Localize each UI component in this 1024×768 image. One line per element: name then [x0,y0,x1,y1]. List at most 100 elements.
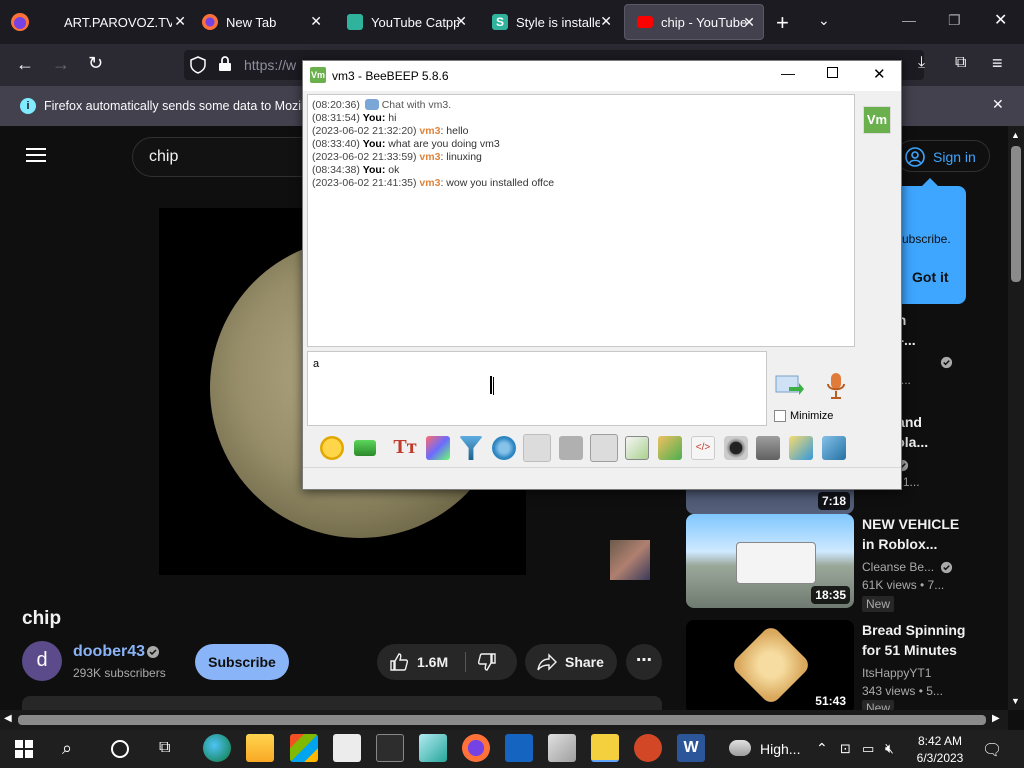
thumbs-up-icon[interactable] [389,652,409,677]
scroll-right-icon[interactable]: ▶ [992,713,1000,724]
store-icon[interactable] [290,734,318,762]
powershell-icon[interactable] [505,734,533,762]
forward-arrow-icon[interactable]: → [52,54,70,75]
chevron-up-icon[interactable]: ⌃ [816,740,828,757]
rec-title[interactable]: Bread Spinning for 51 Minutes [862,620,982,660]
font-icon[interactable]: Tт [393,436,417,460]
spellcheck-icon[interactable] [523,434,551,462]
network-icon[interactable]: ⊡ [840,741,851,757]
microphone-icon[interactable] [825,371,847,406]
save-chat-icon[interactable] [625,436,649,460]
browser-tab[interactable]: S Style is installed ✕ [480,4,620,40]
clear-chat-icon[interactable] [756,436,780,460]
description-box[interactable] [22,696,662,710]
html-icon[interactable]: </> [691,436,715,460]
volume-muted-icon[interactable]: 🔇︎ [885,740,894,757]
hamburger-menu-icon[interactable]: ≡ [992,53,1003,74]
close-icon[interactable]: ✕ [174,13,186,30]
maximize-icon[interactable] [827,67,838,78]
settings-gear-icon[interactable] [492,436,516,460]
reload-icon[interactable]: ↻ [88,53,103,74]
task-view-icon[interactable]: ⧉ [159,739,170,757]
emoticon-icon[interactable] [320,436,344,460]
close-icon[interactable]: ✕ [992,96,1004,113]
terminal-icon[interactable] [376,734,404,762]
rec-channel[interactable]: Cleanse Be... [862,560,992,574]
cortana-icon[interactable] [111,740,129,758]
browser-tab[interactable]: New Tab ✕ [190,4,330,40]
notes-icon[interactable] [789,436,813,460]
close-icon[interactable]: ✕ [873,65,886,83]
browser-tab-active[interactable]: chip - YouTube ✕ [624,4,764,40]
windows-start-icon[interactable] [15,740,33,763]
clock-date[interactable]: 6/3/2023 [914,751,966,765]
color-picker-icon[interactable] [426,436,450,460]
window-titlebar[interactable]: Vm vm3 - BeeBEEP 5.8.6 — ✕ [303,61,901,91]
subscribe-button[interactable]: Subscribe [195,644,289,680]
scroll-left-icon[interactable]: ◀ [4,713,12,724]
extensions-icon[interactable]: ⧉ [955,54,966,72]
end-screen-thumbnail[interactable] [610,540,650,580]
message-input[interactable]: a [307,351,767,426]
search-icon[interactable]: ⌕ [62,738,72,759]
rec-thumbnail[interactable]: 18:35 [686,514,854,608]
channel-name[interactable]: doober43 [73,643,145,661]
powerpoint-icon[interactable] [634,734,662,762]
firefox-menu-icon[interactable] [10,12,30,37]
close-icon[interactable]: ✕ [455,13,467,30]
got-it-button[interactable]: Got it [912,269,949,285]
send-icon[interactable] [775,373,805,404]
tab-list-chevron-icon[interactable]: ⌄ [818,12,830,29]
file-explorer-icon[interactable] [246,734,274,762]
send-file-icon[interactable] [658,436,682,460]
minimize-icon[interactable]: — [781,65,795,81]
green-marker-icon[interactable] [354,440,376,456]
minimize-checkbox[interactable] [774,410,786,422]
word-icon[interactable]: W [677,734,705,762]
share-button[interactable]: Share [525,644,617,680]
rec-channel[interactable]: ItsHappyYT1 [862,666,992,680]
weather-label[interactable]: High... [760,741,800,757]
app-icon[interactable] [548,734,576,762]
chat-history[interactable]: (08:20:36) Chat with vm3. (08:31:54) You… [307,94,855,347]
user-avatar[interactable]: Vm [863,106,891,134]
close-icon[interactable]: ✕ [310,13,322,30]
scroll-up-icon[interactable]: ▲ [1011,130,1020,140]
rec-title[interactable]: NEW VEHICLE in Roblox... [862,514,982,554]
scrollbar-thumb[interactable] [1011,146,1021,282]
music-note-icon[interactable] [590,434,618,462]
text-mode-icon[interactable] [559,436,583,460]
firefox-icon[interactable] [462,734,490,762]
rec-thumbnail[interactable]: 51:43 [686,620,854,714]
mail-icon[interactable] [333,734,361,762]
scrollbar-thumb[interactable] [18,715,986,725]
hamburger-menu-icon[interactable] [26,147,46,168]
notifications-icon[interactable]: 🗨︎ [982,740,1002,760]
more-actions-icon[interactable]: ⋯ [626,644,662,680]
edge-icon[interactable] [203,734,231,762]
scroll-down-icon[interactable]: ▼ [1011,696,1020,706]
beebeep-taskbar-icon[interactable] [591,734,619,762]
close-icon[interactable]: ✕ [600,13,612,30]
sign-in-button[interactable]: Sign in [896,140,990,172]
display-icon[interactable]: ▭ [862,741,874,757]
close-window-icon[interactable]: ✕ [994,10,1007,30]
detach-window-icon[interactable] [822,436,846,460]
restore-icon[interactable]: ❐ [948,12,961,29]
screenshot-icon[interactable] [724,436,748,460]
new-tab-icon[interactable]: + [776,10,789,36]
vertical-scrollbar[interactable]: ▲ ▼ [1008,126,1024,710]
weather-icon[interactable] [729,740,751,756]
clock-time[interactable]: 8:42 AM [916,734,964,748]
minimize-icon[interactable]: — [902,12,916,28]
download-icon[interactable]: ⤓ [918,54,925,72]
close-icon[interactable]: ✕ [743,14,755,31]
browser-tab[interactable]: YouTube Catppu... ✕ [335,4,475,40]
lock-icon[interactable] [218,56,232,77]
avatar[interactable]: d [22,641,62,681]
shield-icon[interactable] [190,56,206,79]
thumbs-down-icon[interactable] [477,652,497,677]
app-icon[interactable] [419,734,447,762]
back-arrow-icon[interactable]: ← [16,54,34,75]
horizontal-scrollbar[interactable]: ◀ ▶ [0,710,1008,730]
